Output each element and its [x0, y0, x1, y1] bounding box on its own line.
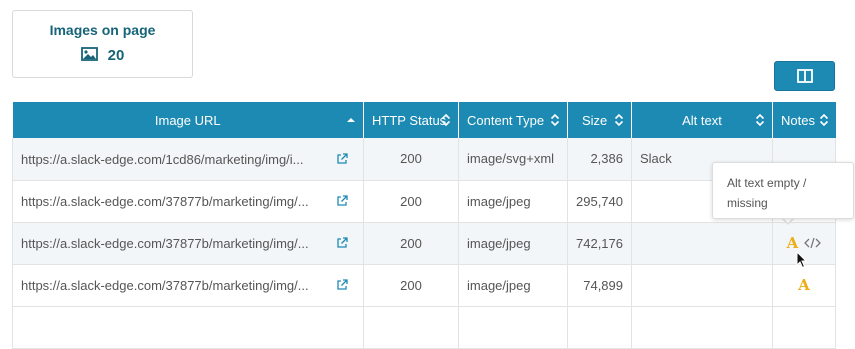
code-icon[interactable]: [804, 237, 822, 249]
alt-text-tooltip: Alt text empty / missing: [712, 162, 854, 219]
content-type: image/svg+xml: [458, 138, 568, 181]
external-link-icon[interactable]: [336, 195, 348, 207]
image-url: https://a.slack-edge.com/37877b/marketin…: [21, 236, 309, 252]
column-label: HTTP Status: [372, 112, 447, 128]
stat-title: Images on page: [49, 22, 156, 38]
alt-text: [631, 222, 773, 265]
size: 295,740: [567, 180, 632, 223]
external-link-icon[interactable]: [336, 237, 348, 249]
table-header-row: Image URL HTTP Status Content Type Size …: [12, 102, 836, 138]
image-url-cell: https://a.slack-edge.com/1cd86/marketing…: [12, 138, 364, 181]
mouse-cursor-icon: [796, 251, 808, 269]
column-label: Size: [582, 112, 608, 128]
column-header-size[interactable]: Size: [567, 102, 632, 138]
http-status: 200: [363, 264, 459, 307]
http-status: 200: [363, 180, 459, 223]
content-type: image/jpeg: [458, 180, 568, 223]
table-row[interactable]: https://a.slack-edge.com/37877b/marketin…: [12, 222, 836, 265]
notes-cell: [772, 306, 836, 349]
size: 742,176: [567, 222, 632, 265]
table-row[interactable]: https://a.slack-edge.com/37877b/marketin…: [12, 264, 836, 307]
notes-cell: A: [772, 264, 836, 307]
image-url-cell: https://a.slack-edge.com/37877b/marketin…: [12, 264, 364, 307]
content-type: image/jpeg: [458, 264, 568, 307]
image-count: 20: [107, 47, 125, 64]
column-header-notes[interactable]: Notes: [772, 102, 836, 138]
alt-text: [631, 306, 773, 349]
column-header-content-type[interactable]: Content Type: [458, 102, 568, 138]
sort-icon: [441, 113, 451, 127]
column-label: Content Type: [467, 112, 545, 128]
size: 2,386: [567, 138, 632, 181]
image-url: https://a.slack-edge.com/37877b/marketin…: [21, 278, 309, 294]
external-link-icon[interactable]: [336, 279, 348, 291]
alt-warning-icon[interactable]: A: [787, 234, 799, 252]
image-url-cell: [12, 306, 364, 349]
images-table: Image URL HTTP Status Content Type Size …: [12, 102, 836, 349]
sort-icon: [614, 113, 624, 127]
content-type: [458, 306, 568, 349]
column-header-alt-text[interactable]: Alt text: [631, 102, 773, 138]
external-link-icon[interactable]: [336, 153, 348, 165]
table-row[interactable]: [12, 306, 836, 349]
column-label: Alt text: [682, 112, 722, 128]
size: [567, 306, 632, 349]
sort-icon: [755, 113, 765, 127]
images-on-page-card: Images on page 20: [12, 10, 193, 78]
stat-row: 20: [13, 47, 192, 64]
image-url: https://a.slack-edge.com/37877b/marketin…: [21, 194, 309, 210]
column-header-http-status[interactable]: HTTP Status: [363, 102, 459, 138]
column-layout-button[interactable]: [774, 61, 835, 91]
image-icon: [80, 47, 98, 64]
content-type: image/jpeg: [458, 222, 568, 265]
size: 74,899: [567, 264, 632, 307]
sort-icon: [819, 113, 828, 127]
column-label: Notes: [781, 112, 815, 128]
column-header-image-url[interactable]: Image URL: [12, 102, 364, 138]
http-status: 200: [363, 222, 459, 265]
image-url-cell: https://a.slack-edge.com/37877b/marketin…: [12, 180, 364, 223]
alt-text: [631, 264, 773, 307]
column-label: Image URL: [154, 112, 221, 128]
http-status: [363, 306, 459, 349]
columns-icon: [796, 69, 813, 83]
image-url-cell: https://a.slack-edge.com/37877b/marketin…: [12, 222, 364, 265]
sort-icon: [550, 113, 560, 127]
alt-warning-icon[interactable]: A: [798, 276, 810, 294]
http-status: 200: [363, 138, 459, 181]
sort-ascending-icon: [347, 118, 355, 122]
image-url: https://a.slack-edge.com/1cd86/marketing…: [21, 151, 304, 167]
